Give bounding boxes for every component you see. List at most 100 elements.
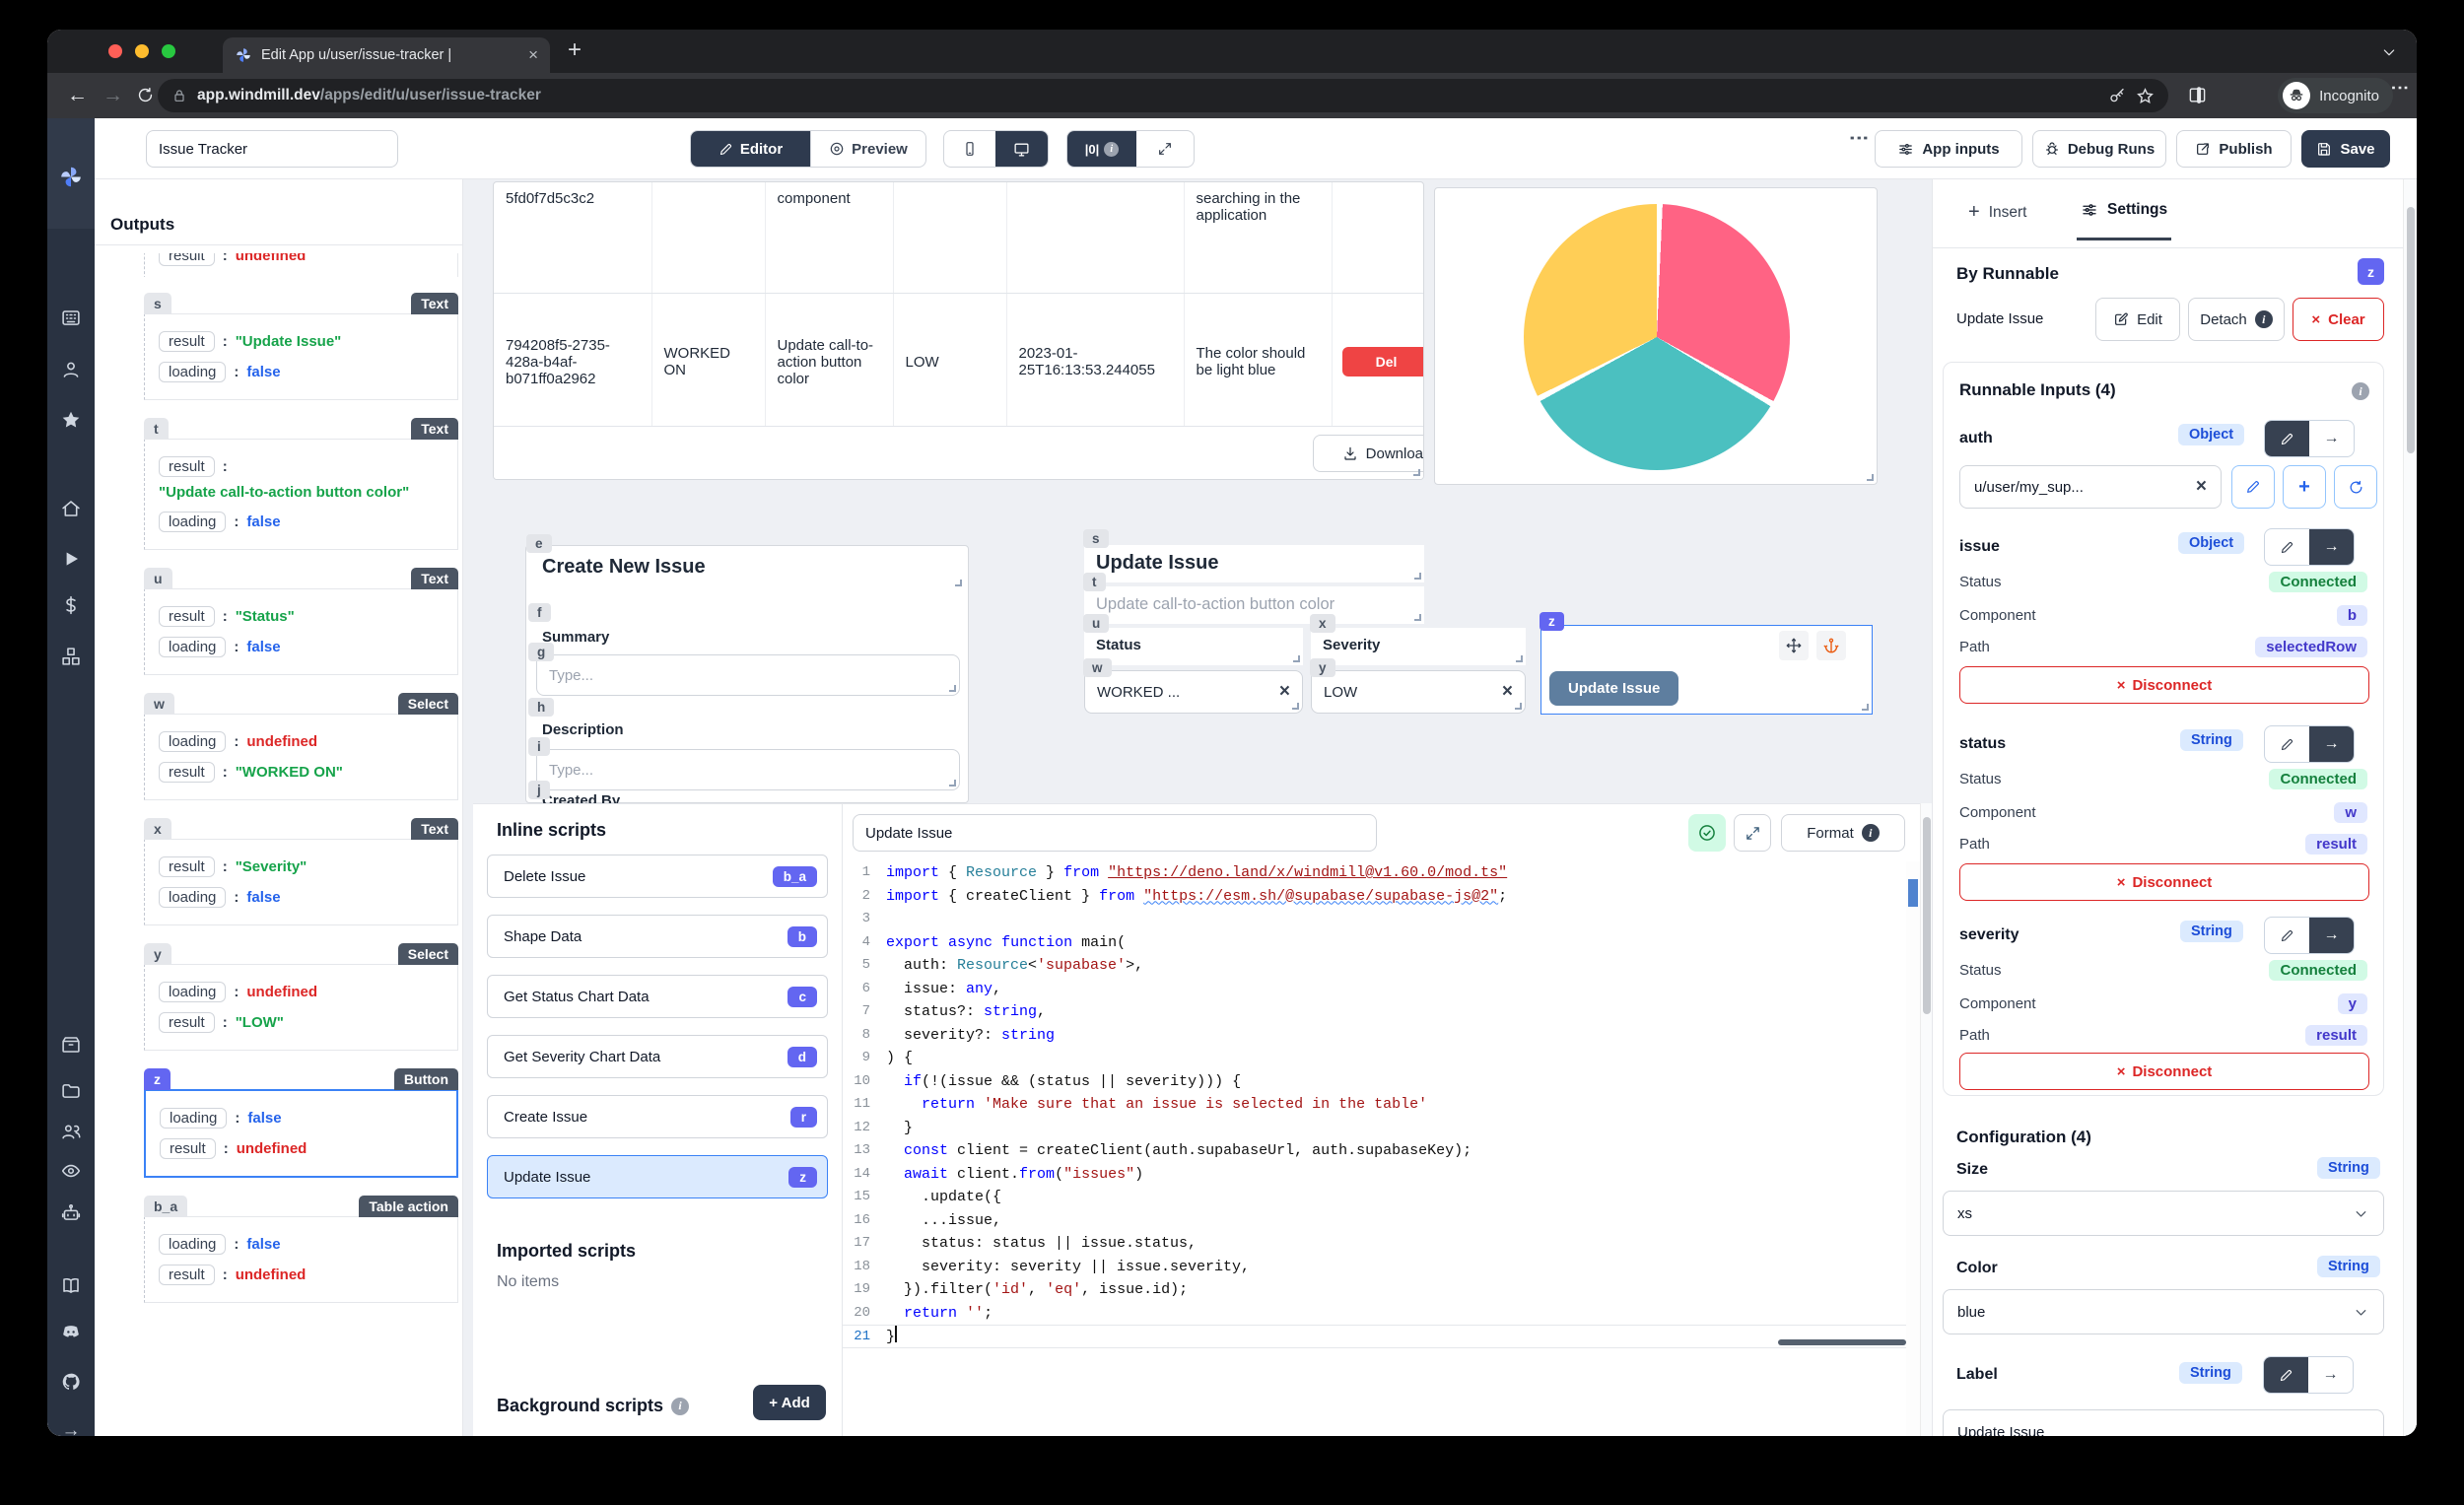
static-mode-button[interactable] (2265, 918, 2309, 953)
horizontal-scrollbar[interactable] (1778, 1339, 1906, 1345)
component-badge-e[interactable]: e (526, 534, 552, 553)
static-mode-button[interactable] (2265, 421, 2309, 456)
component-badge-f[interactable]: f (528, 603, 551, 622)
pie-chart-card[interactable] (1434, 187, 1878, 485)
save-button[interactable]: Save (2301, 130, 2390, 168)
script-item-r[interactable]: Create Issue r (487, 1095, 828, 1138)
component-badge-s[interactable]: s (1083, 529, 1109, 548)
component-badge-i[interactable]: i (528, 737, 550, 756)
back-icon[interactable]: ← (67, 84, 88, 107)
clear-select-icon[interactable]: × (1502, 681, 1513, 703)
output-item-t[interactable]: t Text result: "Update call-to-action butt… (144, 418, 458, 550)
clear-resource-icon[interactable]: × (2196, 476, 2207, 498)
code-line[interactable]: 20 return ''; (843, 1302, 1906, 1326)
code-line[interactable]: 9) { (843, 1047, 1906, 1070)
mobile-view-button[interactable] (944, 131, 995, 167)
output-item-s[interactable]: s Text result: "Update Issue" loading: false (144, 293, 458, 400)
severity-label-box[interactable]: Severity (1311, 628, 1526, 665)
user-icon[interactable] (61, 360, 82, 380)
github-icon[interactable] (61, 1372, 82, 1393)
anchor-icon[interactable] (1816, 631, 1846, 660)
output-item-x[interactable]: x Text result: "Severity" loading: false (144, 818, 458, 925)
description-input[interactable]: Type... (536, 749, 960, 790)
tab-close-icon[interactable]: × (528, 45, 538, 65)
preview-tab[interactable]: Preview (810, 131, 925, 167)
code-line[interactable]: 14 await client.from("issues") (843, 1163, 1906, 1187)
tab-search-chevron-icon[interactable] (2381, 44, 2397, 60)
script-item-d[interactable]: Get Severity Chart Data d (487, 1035, 828, 1078)
severity-select[interactable]: LOW × (1311, 670, 1526, 714)
code-line[interactable]: 15 .update({ (843, 1186, 1906, 1209)
code-line[interactable]: 5 auth: Resource<'supabase'>, (843, 954, 1906, 978)
side-panel-icon[interactable] (2188, 86, 2207, 104)
book-icon[interactable] (61, 1275, 82, 1296)
code-line[interactable]: 18 severity: severity || issue.severity, (843, 1256, 1906, 1279)
connect-mode-button[interactable]: → (2309, 726, 2354, 762)
script-name-input[interactable]: Update Issue (853, 814, 1377, 852)
static-mode-button[interactable] (2265, 529, 2309, 565)
connect-mode-button[interactable]: → (2309, 918, 2354, 953)
script-item-b_a[interactable]: Delete Issue b_a (487, 855, 828, 898)
key-icon[interactable] (2108, 87, 2126, 104)
apps-icon[interactable] (61, 308, 82, 329)
clear-runnable-button[interactable]: × Clear (2293, 298, 2384, 341)
disconnect-issue-button[interactable]: × Disconnect (1959, 666, 2369, 704)
code-line[interactable]: 2 import { createClient } from "https://e… (843, 885, 1906, 909)
expand-editor-button[interactable] (1734, 814, 1771, 852)
table-row[interactable]: 794208f5-2735-428a-b4af-b071ff0a2962 WORK… (494, 293, 1423, 432)
component-badge-t[interactable]: t (1083, 573, 1106, 591)
code-line[interactable]: 7 status?: string, (843, 1000, 1906, 1024)
home-icon[interactable] (61, 499, 82, 519)
users-icon[interactable] (61, 1122, 82, 1142)
script-item-z[interactable]: Update Issue z (487, 1155, 828, 1198)
dollar-icon[interactable] (61, 595, 82, 616)
output-item-clipped[interactable]: result : undefined (144, 253, 458, 277)
download-button[interactable]: Download (1313, 435, 1423, 472)
browser-tab[interactable]: Edit App u/user/issue-tracker | × (223, 37, 550, 73)
script-item-b[interactable]: Shape Data b (487, 915, 828, 958)
disconnect-status-button[interactable]: × Disconnect (1959, 863, 2369, 901)
code-line[interactable]: 10 if(!(issue && (status || severity))) … (843, 1070, 1906, 1094)
component-badge-h[interactable]: h (528, 698, 555, 717)
status-select[interactable]: WORKED ... × (1084, 670, 1303, 714)
output-item-z[interactable]: z Button loading: false result: undefined (144, 1068, 458, 1178)
eye-icon[interactable] (61, 1161, 82, 1182)
bookmark-star-icon[interactable] (2136, 87, 2155, 105)
cubes-icon[interactable] (61, 647, 82, 667)
output-item-u[interactable]: u Text result: "Status" loading: false (144, 568, 458, 675)
tab-settings[interactable]: Settings (2077, 201, 2172, 240)
fullscreen-button[interactable] (1136, 131, 1194, 167)
code-line[interactable]: 4 export async function main( (843, 931, 1906, 955)
color-select[interactable]: blue (1943, 1289, 2384, 1334)
editor-scrollbar-thumb[interactable] (1923, 817, 1931, 1014)
app-inputs-button[interactable]: App inputs (1875, 130, 2022, 168)
output-item-b_a[interactable]: b_a Table action loading: false result: undef… (144, 1196, 458, 1303)
star-icon[interactable] (61, 410, 82, 431)
code-line[interactable]: 17 status: status || issue.status, (843, 1232, 1906, 1256)
connect-mode-button[interactable]: → (2309, 421, 2354, 456)
publish-button[interactable]: Publish (2176, 130, 2292, 168)
url-bar[interactable]: app.windmill.dev/apps/edit/u/user/issue-… (158, 79, 2168, 112)
robot-icon[interactable] (61, 1203, 82, 1224)
debug-runs-button[interactable]: Debug Runs (2032, 130, 2166, 168)
delete-row-button[interactable]: Del (1341, 347, 1423, 376)
editor-tab[interactable]: Editor (691, 131, 810, 167)
script-item-c[interactable]: Get Status Chart Data c (487, 975, 828, 1018)
size-select[interactable]: xs (1943, 1191, 2384, 1236)
update-form-title-box[interactable]: Update Issue (1084, 545, 1424, 582)
app-name-input[interactable]: Issue Tracker (146, 130, 398, 168)
connect-mode-button[interactable]: → (2308, 1357, 2353, 1393)
new-tab-button[interactable]: + (568, 36, 582, 64)
format-button[interactable]: Format i (1781, 814, 1905, 852)
folder-icon[interactable] (61, 1081, 82, 1102)
discord-icon[interactable] (61, 1322, 82, 1342)
code-line[interactable]: 12 } (843, 1117, 1906, 1140)
auth-resource-input[interactable]: u/user/my_sup... × (1959, 465, 2222, 509)
connect-mode-button[interactable]: → (2309, 529, 2354, 565)
archive-icon[interactable] (61, 1035, 82, 1056)
summary-input[interactable]: Type... (536, 654, 960, 696)
update-issue-button-component[interactable]: z Update Issue (1540, 612, 1873, 715)
refresh-resource-button[interactable] (2334, 465, 2377, 509)
move-handle-icon[interactable] (1779, 631, 1809, 660)
code-line[interactable]: 21} (843, 1325, 1906, 1348)
